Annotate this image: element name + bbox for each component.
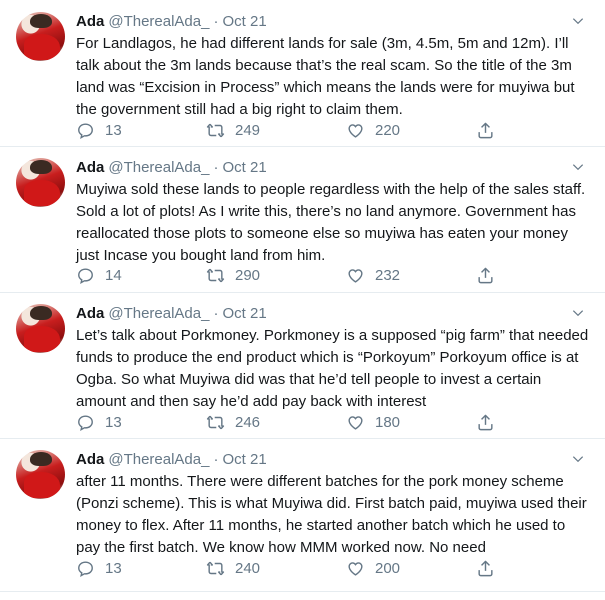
share-button[interactable] <box>476 265 505 285</box>
like-count: 180 <box>375 413 401 431</box>
retweet-icon <box>206 561 225 575</box>
tweet-text: For Landlagos, he had different lands fo… <box>76 35 575 118</box>
chevron-down-icon[interactable] <box>571 452 585 466</box>
retweet-count: 240 <box>235 559 261 577</box>
reply-button[interactable]: 13 <box>76 558 122 578</box>
like-button[interactable]: 200 <box>346 558 400 578</box>
reply-count: 13 <box>105 559 122 577</box>
retweet-icon <box>206 268 225 282</box>
share-button[interactable] <box>476 558 505 578</box>
retweet-button[interactable]: 246 <box>206 412 260 432</box>
reply-button[interactable]: 13 <box>76 412 122 432</box>
reply-icon <box>78 122 93 139</box>
separator: · <box>213 305 219 322</box>
tweet-actions: 13 249 220 <box>76 120 516 140</box>
tweet[interactable]: Ada @TherealAda_ · Oct 21 For Landlagos, he… <box>0 0 605 147</box>
tweet[interactable]: Ada @TherealAda_ · Oct 21 Let’s talk about … <box>0 292 605 439</box>
reply-icon <box>78 414 93 431</box>
like-count: 200 <box>375 559 401 577</box>
avatar[interactable] <box>16 304 65 353</box>
author-handle[interactable]: @TherealAda_ <box>108 159 209 176</box>
author-name[interactable]: Ada <box>76 159 104 176</box>
like-button[interactable]: 220 <box>346 120 400 140</box>
tweet-date[interactable]: Oct 21 <box>222 305 266 322</box>
retweet-button[interactable]: 249 <box>206 120 260 140</box>
reply-count: 13 <box>105 413 122 431</box>
share-button[interactable] <box>476 120 505 140</box>
chevron-down-icon[interactable] <box>571 160 585 174</box>
author-name[interactable]: Ada <box>76 451 104 468</box>
share-icon <box>478 267 493 283</box>
share-button[interactable] <box>476 412 505 432</box>
reply-icon <box>78 560 93 577</box>
retweet-icon <box>206 123 225 137</box>
tweet-actions: 14 290 232 <box>76 265 516 285</box>
like-count: 220 <box>375 121 401 139</box>
like-button[interactable]: 232 <box>346 265 400 285</box>
tweet-actions: 13 246 180 <box>76 412 516 432</box>
tweet-actions: 13 240 200 <box>76 558 516 578</box>
retweet-button[interactable]: 240 <box>206 558 260 578</box>
tweet[interactable]: Ada @TherealAda_ · Oct 21 Muyiwa sold these… <box>0 146 605 293</box>
tweet-header: Ada @TherealAda_ · Oct 21 <box>76 450 267 470</box>
tweet-date[interactable]: Oct 21 <box>222 13 266 30</box>
share-icon <box>478 560 493 576</box>
retweet-count: 290 <box>235 266 261 284</box>
tweet-header: Ada @TherealAda_ · Oct 21 <box>76 304 267 324</box>
share-icon <box>478 122 493 138</box>
like-icon <box>348 268 363 283</box>
separator: · <box>213 13 219 30</box>
reply-icon <box>78 267 93 284</box>
author-name[interactable]: Ada <box>76 13 104 30</box>
avatar[interactable] <box>16 158 65 207</box>
like-count: 232 <box>375 266 401 284</box>
tweet-text: Let’s talk about Porkmoney. Porkmoney is… <box>76 327 589 410</box>
like-icon <box>348 561 363 576</box>
tweet-header: Ada @TherealAda_ · Oct 21 <box>76 158 267 178</box>
author-handle[interactable]: @TherealAda_ <box>108 13 209 30</box>
author-handle[interactable]: @TherealAda_ <box>108 305 209 322</box>
retweet-count: 246 <box>235 413 261 431</box>
separator: · <box>213 451 219 468</box>
reply-button[interactable]: 13 <box>76 120 122 140</box>
avatar[interactable] <box>16 450 65 499</box>
tweet-header: Ada @TherealAda_ · Oct 21 <box>76 12 267 32</box>
tweet-text: Muyiwa sold these lands to people regard… <box>76 181 586 264</box>
separator: · <box>213 159 219 176</box>
retweet-count: 249 <box>235 121 261 139</box>
chevron-down-icon[interactable] <box>571 306 585 320</box>
reply-count: 14 <box>105 266 122 284</box>
author-name[interactable]: Ada <box>76 305 104 322</box>
author-handle[interactable]: @TherealAda_ <box>108 451 209 468</box>
reply-button[interactable]: 14 <box>76 265 122 285</box>
retweet-icon <box>206 415 225 429</box>
chevron-down-icon[interactable] <box>571 14 585 28</box>
share-icon <box>478 414 493 430</box>
retweet-button[interactable]: 290 <box>206 265 260 285</box>
like-button[interactable]: 180 <box>346 412 400 432</box>
like-icon <box>348 415 363 430</box>
tweet-text: after 11 months. There were different ba… <box>76 473 587 556</box>
reply-count: 13 <box>105 121 122 139</box>
tweet-date[interactable]: Oct 21 <box>222 451 266 468</box>
tweet-date[interactable]: Oct 21 <box>222 159 266 176</box>
avatar[interactable] <box>16 12 65 61</box>
tweet[interactable]: Ada @TherealAda_ · Oct 21 after 11 months. … <box>0 438 605 592</box>
like-icon <box>348 123 363 138</box>
